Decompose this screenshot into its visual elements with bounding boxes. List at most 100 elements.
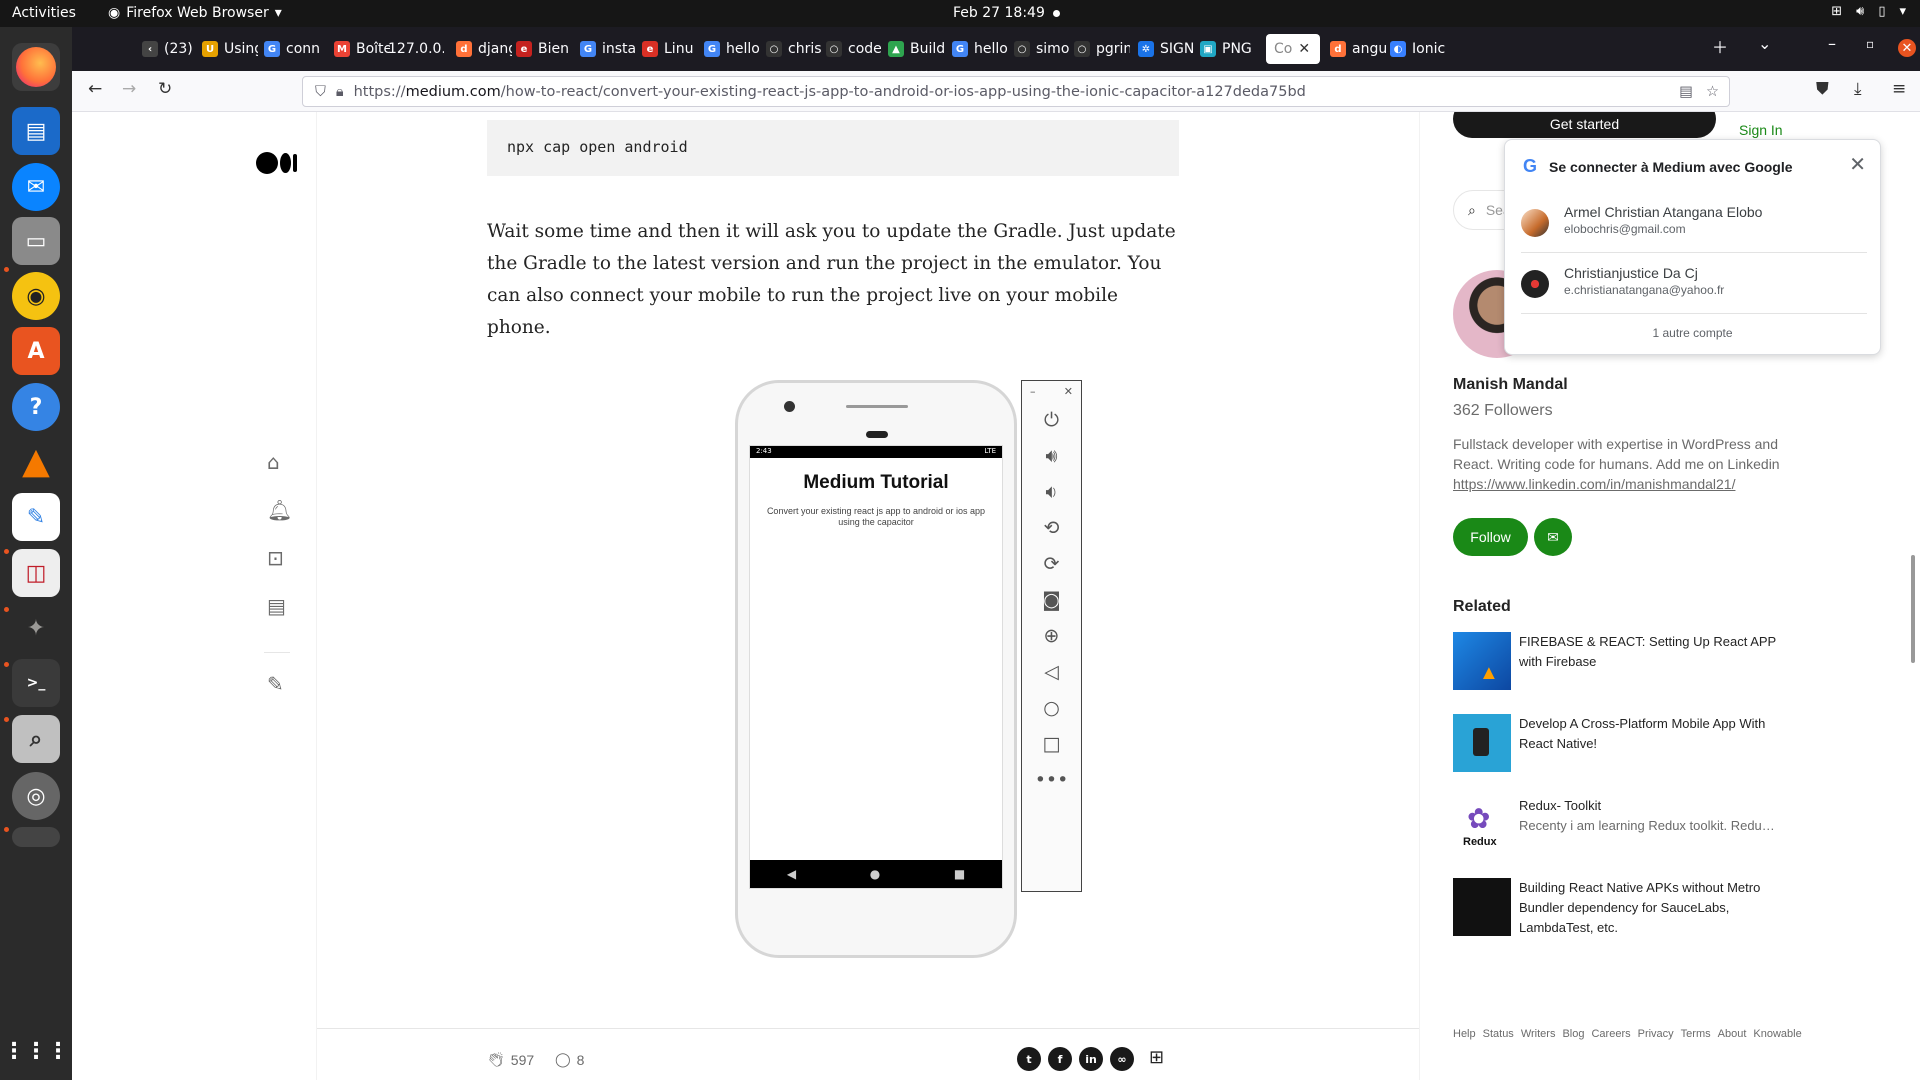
- related-item[interactable]: Building React Native APKs without Metro…: [1453, 878, 1833, 938]
- close-window-button[interactable]: ✕: [1898, 39, 1916, 57]
- medium-logo[interactable]: [256, 152, 297, 174]
- page-scrollbar[interactable]: [1911, 555, 1915, 663]
- list-tabs-button[interactable]: ⌄: [1758, 34, 1771, 53]
- browser-tab[interactable]: Ginsta: [580, 34, 636, 64]
- close-tab-icon[interactable]: ✕: [1298, 41, 1310, 57]
- system-tray[interactable]: ⊞ 🔊︎ ▯ ▾: [1831, 4, 1906, 19]
- follow-button[interactable]: Follow: [1453, 518, 1528, 556]
- footer-link[interactable]: Help: [1453, 1028, 1476, 1040]
- terminal-icon[interactable]: >_: [12, 659, 60, 707]
- browser-tab[interactable]: ddjang: [456, 34, 512, 64]
- browser-tab[interactable]: d angu: [1330, 34, 1386, 64]
- more-accounts-link[interactable]: 1 autre compte: [1505, 326, 1880, 340]
- downloads-icon[interactable]: ⤓: [1854, 79, 1862, 99]
- footer-link[interactable]: Terms: [1681, 1028, 1711, 1040]
- reload-button[interactable]: ↻: [158, 79, 172, 99]
- document-viewer-icon[interactable]: ◫: [12, 549, 60, 597]
- forward-button[interactable]: →: [122, 79, 136, 99]
- footer-link[interactable]: Privacy: [1638, 1028, 1674, 1040]
- footer-link[interactable]: Careers: [1591, 1028, 1630, 1040]
- ubuntu-software-icon[interactable]: A: [12, 327, 60, 375]
- subscribe-email-icon[interactable]: ✉: [1534, 518, 1572, 556]
- related-item[interactable]: ✿ Redux Redux- Toolkit Recenty i am learn…: [1453, 796, 1833, 856]
- related-item[interactable]: ▲ FIREBASE & REACT: Setting Up React APP…: [1453, 632, 1833, 692]
- author-name[interactable]: Manish Mandal: [1453, 376, 1568, 394]
- browser-tab[interactable]: ✲ SIGN: [1138, 34, 1194, 64]
- get-started-button[interactable]: Get started: [1453, 112, 1716, 138]
- show-apps-icon[interactable]: ⋮⋮⋮: [3, 1027, 69, 1075]
- drive-icon[interactable]: [12, 827, 60, 847]
- related-subtitle: Recenty i am learning Redux toolkit. Red…: [1519, 818, 1779, 833]
- tab-favicon-icon: ○: [1014, 41, 1030, 57]
- new-tab-button[interactable]: ＋: [1712, 34, 1728, 58]
- home-icon[interactable]: ⌂: [267, 450, 280, 474]
- clap-button[interactable]: 👏︎ 597: [487, 1051, 534, 1068]
- facebook-share-icon[interactable]: f: [1048, 1047, 1072, 1071]
- lists-icon[interactable]: ⊡: [267, 546, 284, 570]
- copy-link-icon[interactable]: ∞: [1110, 1047, 1134, 1071]
- disk-icon[interactable]: ◎: [12, 772, 60, 820]
- libreoffice-writer-icon[interactable]: ▤: [12, 107, 60, 155]
- tab-label: Co: [1274, 41, 1293, 57]
- save-bookmark-icon[interactable]: ⊞: [1149, 1047, 1164, 1068]
- browser-tab[interactable]: M Boîte: [334, 34, 390, 64]
- tab-favicon-icon: U: [202, 41, 218, 57]
- google-account-option[interactable]: Armel Christian Atangana Elobo elobochri…: [1521, 192, 1867, 252]
- back-button[interactable]: ←: [88, 79, 102, 99]
- bookmark-star-icon[interactable]: ☆: [1706, 84, 1719, 100]
- firefox-dock-icon[interactable]: [12, 43, 60, 91]
- author-linkedin-link[interactable]: https://www.linkedin.com/in/manishmandal…: [1453, 476, 1735, 492]
- browser-tab[interactable]: ○ code: [826, 34, 882, 64]
- footer-link[interactable]: Knowable: [1753, 1028, 1801, 1040]
- menu-icon[interactable]: ≡: [1892, 79, 1906, 99]
- comments-button[interactable]: ◯ 8: [555, 1051, 584, 1068]
- related-item[interactable]: Develop A Cross-Platform Mobile App With…: [1453, 714, 1833, 774]
- footer-link[interactable]: About: [1718, 1028, 1747, 1040]
- lock-icon[interactable]: 🔒︎: [336, 84, 344, 100]
- browser-tab[interactable]: Ghello: [952, 34, 1008, 64]
- browser-tab[interactable]: ○ simo: [1014, 34, 1070, 64]
- twitter-share-icon[interactable]: t: [1017, 1047, 1041, 1071]
- help-icon[interactable]: ?: [12, 383, 60, 431]
- linkedin-share-icon[interactable]: in: [1079, 1047, 1103, 1071]
- search-icon[interactable]: ⌕: [12, 715, 60, 763]
- footer-link[interactable]: Writers: [1521, 1028, 1556, 1040]
- browser-tab[interactable]: ▣ PNG: [1200, 34, 1256, 64]
- browser-tab[interactable]: ○ chris: [766, 34, 822, 64]
- browser-tab[interactable]: Gconn: [264, 34, 320, 64]
- write-icon[interactable]: ✎: [267, 672, 284, 696]
- url-bar[interactable]: ⛉ 🔒︎ https://medium.com/how-to-react/con…: [302, 76, 1730, 107]
- vlc-icon[interactable]: ▲: [12, 437, 60, 485]
- browser-tab[interactable]: Co ✕: [1266, 34, 1320, 64]
- activities-button[interactable]: Activities: [12, 5, 76, 21]
- pocket-icon[interactable]: ⛊: [1816, 79, 1829, 99]
- clock[interactable]: Feb 27 18:49: [953, 5, 1045, 21]
- browser-tab[interactable]: 127.0.0.: [388, 34, 444, 64]
- notifications-icon[interactable]: 🔔︎: [267, 498, 292, 522]
- browser-tab[interactable]: e Linu: [642, 34, 698, 64]
- stories-icon[interactable]: ▤: [267, 594, 286, 618]
- sign-in-link[interactable]: Sign In: [1739, 122, 1783, 138]
- footer-link[interactable]: Blog: [1562, 1028, 1584, 1040]
- app-menu[interactable]: ◉ Firefox Web Browser ▾: [108, 5, 282, 21]
- shield-icon[interactable]: ⛉: [315, 84, 326, 100]
- footer-link[interactable]: Status: [1483, 1028, 1514, 1040]
- browser-tab[interactable]: ▲ Build: [888, 34, 944, 64]
- minimize-button[interactable]: –: [1828, 34, 1836, 53]
- thunderbird-icon[interactable]: ✉: [12, 163, 60, 211]
- browser-tab[interactable]: U Using: [202, 34, 258, 64]
- browser-tab[interactable]: ‹ (23): [142, 34, 198, 64]
- text-editor-icon[interactable]: ✎: [12, 493, 60, 541]
- close-icon[interactable]: ✕: [1849, 152, 1866, 177]
- browser-tab[interactable]: ○ pgrin: [1074, 34, 1130, 64]
- browser-tab[interactable]: ◐ Ionic: [1390, 34, 1446, 64]
- browser-tab[interactable]: Ghello: [704, 34, 760, 64]
- author-followers[interactable]: 362 Followers: [1453, 402, 1553, 420]
- restore-button[interactable]: ▫: [1866, 37, 1874, 51]
- files-icon[interactable]: ▭: [12, 217, 60, 265]
- google-account-option[interactable]: Christianjustice Da Cj e.christianatanga…: [1521, 253, 1867, 313]
- browser-tab[interactable]: e Bien: [516, 34, 572, 64]
- reader-view-icon[interactable]: ▤: [1679, 84, 1693, 100]
- rhythmbox-icon[interactable]: ◉: [12, 272, 60, 320]
- gimp-icon[interactable]: ✦: [12, 604, 60, 652]
